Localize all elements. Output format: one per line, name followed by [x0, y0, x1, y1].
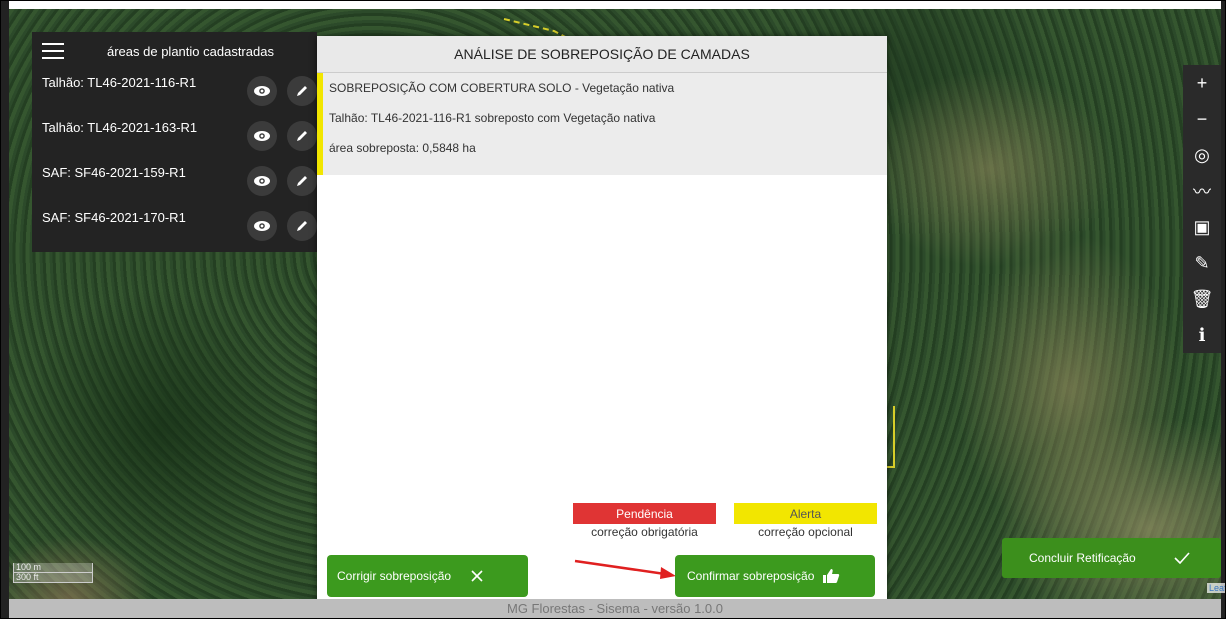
corrigir-label: Corrigir sobreposição: [337, 569, 452, 583]
layer-item[interactable]: Talhão: TL46-2021-116-R1: [32, 70, 317, 115]
layer-item[interactable]: Talhão: TL46-2021-163-R1: [32, 115, 317, 160]
pencil-icon[interactable]: [287, 166, 317, 196]
panel-header: áreas de plantio cadastradas: [32, 32, 317, 70]
trash-icon[interactable]: 🗑: [1183, 281, 1221, 317]
layer-item[interactable]: SAF: SF46-2021-170-R1: [32, 205, 317, 250]
concluir-label: Concluir Retificação: [1029, 551, 1136, 565]
layer-label: Talhão: TL46-2021-163-R1: [42, 120, 198, 135]
layer-label: SAF: SF46-2021-170-R1: [42, 210, 186, 225]
zoom-out-icon[interactable]: −: [1183, 101, 1221, 137]
locate-icon[interactable]: ◎: [1183, 137, 1221, 173]
eye-icon[interactable]: [247, 211, 277, 241]
overlap-analysis-dialog: ANÁLISE DE SOBREPOSIÇÃO DE CAMADAS SOBRE…: [317, 36, 887, 609]
info-icon[interactable]: ℹ: [1183, 317, 1221, 353]
pencil-icon[interactable]: ✎: [1183, 245, 1221, 281]
concluir-retificacao-button[interactable]: Concluir Retificação: [1002, 538, 1221, 578]
corrigir-button[interactable]: Corrigir sobreposição: [327, 555, 528, 597]
pencil-icon[interactable]: [287, 211, 317, 241]
annotation-arrow: [574, 559, 676, 579]
scale-imperial: 300 ft: [13, 573, 93, 583]
close-icon: [471, 570, 483, 582]
app-frame: áreas de plantio cadastradas Talhão: TL4…: [0, 0, 1226, 619]
eye-icon[interactable]: [247, 121, 277, 151]
overlap-description: Talhão: TL46-2021-116-R1 sobreposto com …: [329, 111, 656, 125]
legend-chip: Alerta: [734, 503, 877, 524]
map-scale: 100 m 300 ft: [13, 563, 93, 583]
legend-pendencia: Pendência correção obrigatória: [573, 503, 716, 539]
legend-alerta: Alerta correção opcional: [734, 503, 877, 539]
eye-icon[interactable]: [247, 76, 277, 106]
eye-icon[interactable]: [247, 166, 277, 196]
menu-icon[interactable]: [42, 43, 64, 59]
dialog-title: ANÁLISE DE SOBREPOSIÇÃO DE CAMADAS: [317, 36, 887, 73]
legend-chip: Pendência: [573, 503, 716, 524]
map-attribution-link[interactable]: Leaf: [1207, 583, 1225, 593]
pencil-icon[interactable]: [287, 76, 317, 106]
archive-icon[interactable]: ▣: [1183, 209, 1221, 245]
app-footer: MG Florestas - Sisema - versão 1.0.0: [9, 599, 1221, 618]
layer-label: SAF: SF46-2021-159-R1: [42, 165, 186, 180]
map-toolbar: + − ◎ 〰 ▣ ✎ 🗑 ℹ: [1183, 65, 1221, 353]
zoom-in-icon[interactable]: +: [1183, 65, 1221, 101]
legend-sub: correção obrigatória: [591, 525, 698, 539]
layer-label: Talhão: TL46-2021-116-R1: [42, 75, 197, 90]
overlap-heading: SOBREPOSIÇÃO COM COBERTURA SOLO - Vegeta…: [329, 81, 675, 95]
thumbs-up-icon: [823, 569, 840, 583]
confirmar-button[interactable]: Confirmar sobreposição: [675, 555, 875, 597]
layers-panel: áreas de plantio cadastradas Talhão: TL4…: [32, 32, 317, 252]
check-icon: [1174, 552, 1190, 564]
overlap-item[interactable]: SOBREPOSIÇÃO COM COBERTURA SOLO - Vegeta…: [317, 73, 887, 175]
pencil-icon[interactable]: [287, 121, 317, 151]
legend-sub: correção opcional: [758, 525, 853, 539]
panel-title: áreas de plantio cadastradas: [107, 43, 274, 59]
measure-icon[interactable]: 〰: [1183, 173, 1221, 209]
confirmar-label: Confirmar sobreposição: [687, 569, 815, 583]
overlap-area: área sobreposta: 0,5848 ha: [329, 141, 476, 155]
layer-item[interactable]: SAF: SF46-2021-159-R1: [32, 160, 317, 205]
